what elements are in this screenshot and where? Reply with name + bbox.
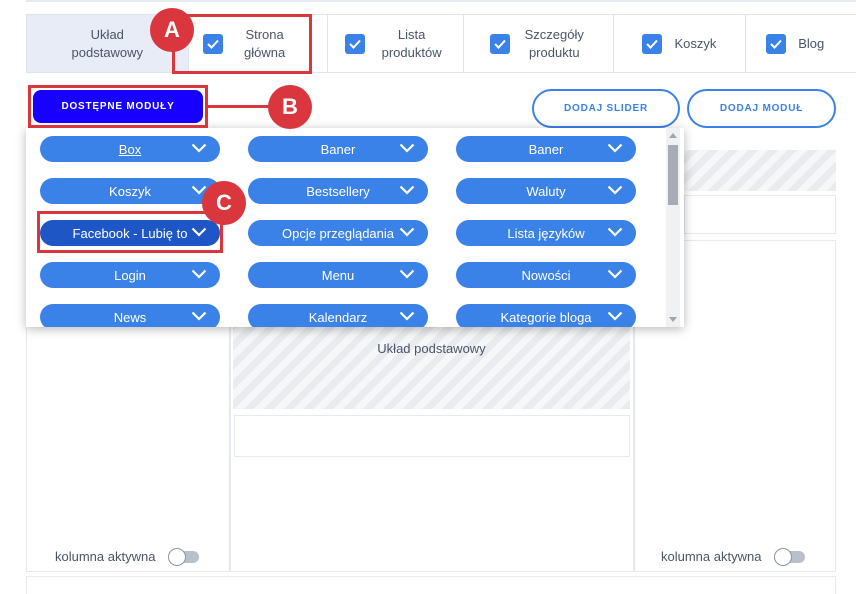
right-drop-zone [684,150,836,191]
tab-cart[interactable]: Koszyk [614,15,747,72]
check-icon [646,39,659,49]
module-banner-2[interactable]: Baner [456,136,636,162]
annotation-marker-b: B [268,85,312,129]
module-languages[interactable]: Lista języków [456,220,636,246]
tab-product-details[interactable]: Szczegóły produktu [464,15,614,72]
chevron-down-icon[interactable] [191,143,207,153]
module-label: Kalendarz [308,309,368,325]
check-icon [494,39,506,49]
left-column-status: kolumna aktywna [55,547,200,566]
module-label: News [113,309,147,325]
module-banner[interactable]: Baner [248,136,428,162]
chevron-down-icon[interactable] [399,143,415,153]
chevron-down-icon[interactable] [191,311,207,321]
chevron-down-icon[interactable] [399,185,415,195]
module-label: Bestsellery [306,183,370,199]
add-module-button[interactable]: DODAJ MODUŁ [687,89,836,128]
module-label: Opcje przeglądania [281,225,395,241]
dropdown-scrollbar[interactable] [666,128,680,327]
module-box[interactable]: Box [40,136,220,162]
scroll-down-arrow-icon[interactable] [669,317,677,322]
left-column [26,322,230,572]
chevron-down-icon[interactable] [399,311,415,321]
module-calendar[interactable]: Kalendarz [248,304,428,327]
center-layout-label: Układ podstawowy [377,341,486,356]
module-label: Koszyk [109,183,151,199]
checkbox-product-details[interactable] [490,33,511,54]
module-label: Kategorie bloga [500,309,592,325]
top-divider [26,0,856,2]
annotation-connector-b [206,105,270,108]
checkbox-blog[interactable] [766,33,787,54]
check-icon [348,39,361,49]
module-label: Lista języków [507,225,585,241]
module-label: Menu [321,267,355,283]
tab-blog-label: Blog [798,35,825,51]
annotation-marker-c: C [202,181,246,225]
left-column-toggle[interactable] [168,547,200,566]
right-column-status-label: kolumna aktywna [661,549,762,564]
module-label: Login [114,267,146,283]
chevron-down-icon[interactable] [399,269,415,279]
checkbox-product-list[interactable] [344,33,365,54]
module-currencies[interactable]: Waluty [456,178,636,204]
tab-blog[interactable]: Blog [746,15,856,72]
module-news[interactable]: News [40,304,220,327]
left-column-status-label: kolumna aktywna [55,549,156,564]
add-slider-button[interactable]: DODAJ SLIDER [532,89,680,128]
module-label: Waluty [526,183,566,199]
scroll-up-arrow-icon[interactable] [669,133,677,138]
module-label: Box [118,141,142,157]
tab-product-list-label: Lista produktów [381,26,442,60]
tab-product-list[interactable]: Lista produktów [328,15,464,72]
chevron-down-icon[interactable] [607,311,623,321]
scrollbar-thumb[interactable] [668,145,678,205]
tab-base-layout-label: Układ podstawowy [71,26,144,60]
module-login[interactable]: Login [40,262,220,288]
chevron-down-icon[interactable] [607,227,623,237]
chevron-down-icon[interactable] [607,143,623,153]
checkbox-cart[interactable] [642,33,663,54]
right-module-slot [684,195,836,234]
module-label: Baner [528,141,564,157]
chevron-down-icon[interactable] [607,269,623,279]
right-column-status: kolumna aktywna [661,547,806,566]
center-module-slot [234,415,630,457]
footer-row [26,576,836,594]
module-blog-categories[interactable]: Kategorie bloga [456,304,636,327]
tab-cart-label: Koszyk [674,35,717,51]
module-cart[interactable]: Koszyk [40,178,220,204]
module-new-products[interactable]: Nowości [456,262,636,288]
annotation-highlight-b [28,85,208,128]
chevron-down-icon[interactable] [399,227,415,237]
annotation-marker-a: A [150,8,194,52]
tab-product-details-label: Szczegóły produktu [524,26,584,60]
module-menu[interactable]: Menu [248,262,428,288]
module-label: Baner [320,141,356,157]
module-bestsellers[interactable]: Bestsellery [248,178,428,204]
center-drop-zone [233,325,630,409]
check-icon [770,39,782,49]
chevron-down-icon[interactable] [191,269,207,279]
module-label: Nowości [521,267,571,283]
annotation-highlight-c [37,211,223,253]
chevron-down-icon[interactable] [607,185,623,195]
right-column-toggle[interactable] [774,547,806,566]
module-view-options[interactable]: Opcje przeglądania [248,220,428,246]
